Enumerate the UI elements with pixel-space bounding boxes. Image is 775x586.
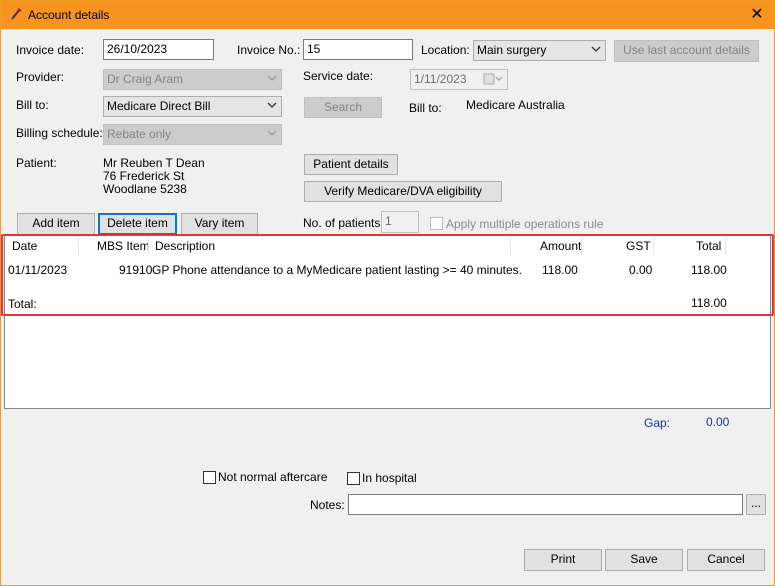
location-value: Main surgery xyxy=(477,43,547,57)
use-last-account-button[interactable]: Use last account details xyxy=(614,40,759,62)
chevron-down-icon xyxy=(267,75,277,81)
provider-value: Dr Craig Aram xyxy=(107,72,184,86)
in-hospital-checkbox[interactable] xyxy=(347,472,360,485)
notes-field[interactable] xyxy=(348,494,743,515)
invoice-date-field[interactable]: 26/10/2023 xyxy=(103,39,214,60)
chevron-down-icon xyxy=(591,46,601,52)
billing-schedule-value: Rebate only xyxy=(107,127,172,141)
notes-label: Notes: xyxy=(310,498,345,512)
cancel-button[interactable]: Cancel xyxy=(687,549,765,571)
invoice-no-label: Invoice No.: xyxy=(237,43,301,57)
dialog-body: Invoice date: 26/10/2023 Invoice No.: 15… xyxy=(1,29,774,585)
billing-schedule-select[interactable]: Rebate only xyxy=(103,124,282,145)
bill-to-select[interactable]: Medicare Direct Bill xyxy=(103,96,282,117)
chevron-down-icon xyxy=(267,130,277,136)
account-details-window: Account details ✕ Invoice date: 26/10/20… xyxy=(0,0,775,586)
location-label: Location: xyxy=(421,43,470,57)
service-date-picker[interactable]: 1/11/2023 xyxy=(410,69,508,90)
patient-label: Patient: xyxy=(16,156,57,170)
location-select[interactable]: Main surgery xyxy=(473,40,606,61)
notes-browse-button[interactable]: ... xyxy=(746,494,766,515)
patient-address-line2: Woodlane 5238 xyxy=(103,182,187,196)
provider-select[interactable]: Dr Craig Aram xyxy=(103,69,282,90)
patient-name: Mr Reuben T Dean xyxy=(103,156,205,170)
patient-details-button[interactable]: Patient details xyxy=(304,154,398,175)
bill-to-right-label: Bill to: xyxy=(409,101,442,115)
invoice-no-field[interactable]: 15 xyxy=(303,39,413,60)
not-normal-aftercare-label: Not normal aftercare xyxy=(218,470,328,484)
no-of-patients-label: No. of patients: xyxy=(303,216,384,230)
add-item-button[interactable]: Add item xyxy=(17,213,95,235)
in-hospital-label: In hospital xyxy=(362,471,417,485)
title-bar[interactable]: Account details ✕ xyxy=(1,1,774,29)
gap-label: Gap: xyxy=(644,416,671,430)
grid-highlight-box xyxy=(1,234,774,316)
bill-to-value: Medicare Direct Bill xyxy=(107,99,211,113)
billing-schedule-label: Billing schedule: xyxy=(16,126,103,140)
close-button[interactable]: ✕ xyxy=(745,4,769,26)
service-date-value: 1/11/2023 xyxy=(414,72,467,86)
save-button[interactable]: Save xyxy=(605,549,683,571)
chevron-down-icon xyxy=(267,102,277,108)
pencil-icon xyxy=(10,8,22,21)
apply-multiple-checkbox[interactable] xyxy=(430,217,443,230)
vary-item-button[interactable]: Vary item xyxy=(181,213,258,235)
calendar-dropdown-icon[interactable] xyxy=(483,73,503,85)
window-title: Account details xyxy=(28,8,110,22)
patient-address-line1: 76 Frederick St xyxy=(103,169,185,183)
bill-to-right-value: Medicare Australia xyxy=(466,98,565,112)
print-button[interactable]: Print xyxy=(524,549,602,571)
gap-value: 0.00 xyxy=(706,415,730,429)
delete-item-button[interactable]: Delete item xyxy=(98,213,177,235)
verify-eligibility-button[interactable]: Verify Medicare/DVA eligibility xyxy=(304,181,502,202)
provider-label: Provider: xyxy=(16,70,65,84)
bill-to-label: Bill to: xyxy=(16,98,49,112)
invoice-date-label: Invoice date: xyxy=(16,43,85,57)
not-normal-aftercare-checkbox[interactable] xyxy=(203,471,216,484)
search-button[interactable]: Search xyxy=(304,97,382,118)
service-date-label: Service date: xyxy=(303,69,374,83)
no-of-patients-field[interactable]: 1 xyxy=(381,211,419,233)
apply-multiple-label: Apply multiple operations rule xyxy=(446,217,604,231)
